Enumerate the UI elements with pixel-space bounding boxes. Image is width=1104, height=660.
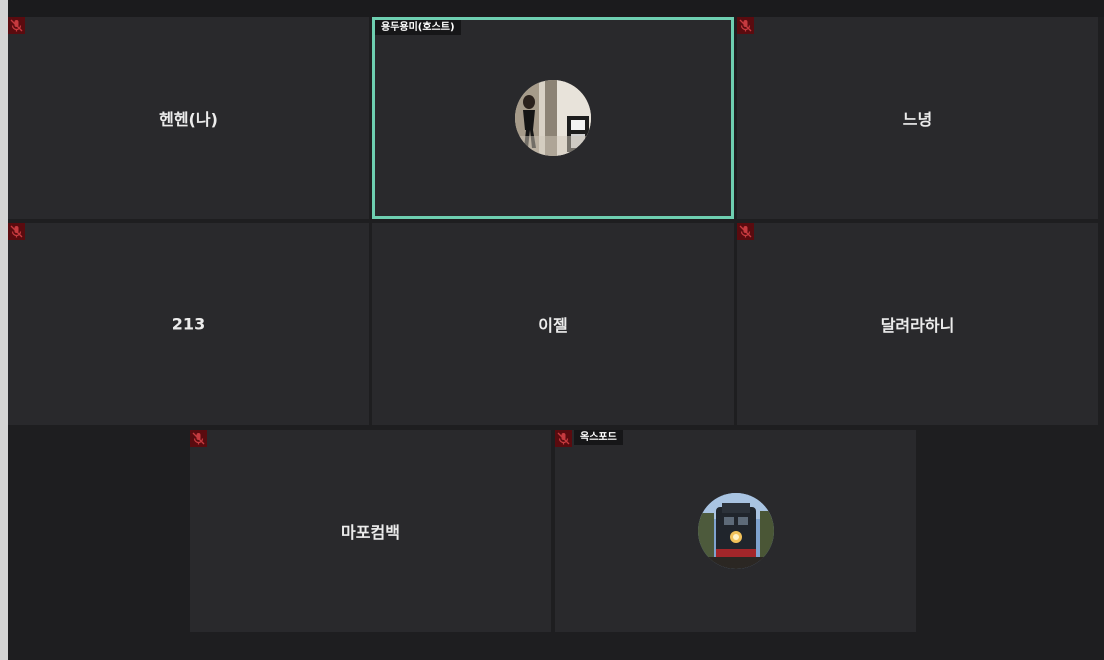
participant-name: 느녕	[902, 110, 933, 129]
participant-tile-oxford[interactable]: 옥스포드	[555, 430, 916, 632]
photo-avatar	[515, 80, 591, 156]
mic-muted-icon	[737, 17, 754, 34]
participant-name-tag: 용두용미(호스트)	[375, 20, 461, 35]
mic-muted-icon	[190, 430, 207, 447]
participant-name: 마포컴백	[341, 523, 400, 542]
participant-tile-ijel[interactable]: 이젤	[372, 223, 734, 425]
participant-name: 달려라하니	[880, 316, 955, 335]
mic-muted-icon	[737, 223, 754, 240]
mic-muted-icon	[8, 17, 25, 34]
participant-tile-neunyeong[interactable]: 느녕	[737, 17, 1098, 219]
participant-name: 헨헨(나)	[159, 110, 218, 129]
participant-tile-henhen[interactable]: 헨헨(나)	[8, 17, 369, 219]
participant-tile-213[interactable]: 213	[8, 223, 369, 425]
top-bar	[8, 0, 1104, 17]
mic-muted-icon	[8, 223, 25, 240]
participant-name-tag: 옥스포드	[574, 430, 623, 445]
left-edge	[0, 0, 8, 660]
mic-muted-icon	[555, 430, 572, 447]
participant-name: 213	[171, 314, 206, 334]
participant-tile-dallyeorahani[interactable]: 달려라하니	[737, 223, 1098, 425]
train-photo-avatar	[697, 493, 774, 569]
participant-tile-host[interactable]: 용두용미(호스트)	[372, 17, 734, 219]
participant-name: 이젤	[538, 316, 568, 335]
participant-tile-mapocomeback[interactable]: 마포컴백	[190, 430, 551, 632]
